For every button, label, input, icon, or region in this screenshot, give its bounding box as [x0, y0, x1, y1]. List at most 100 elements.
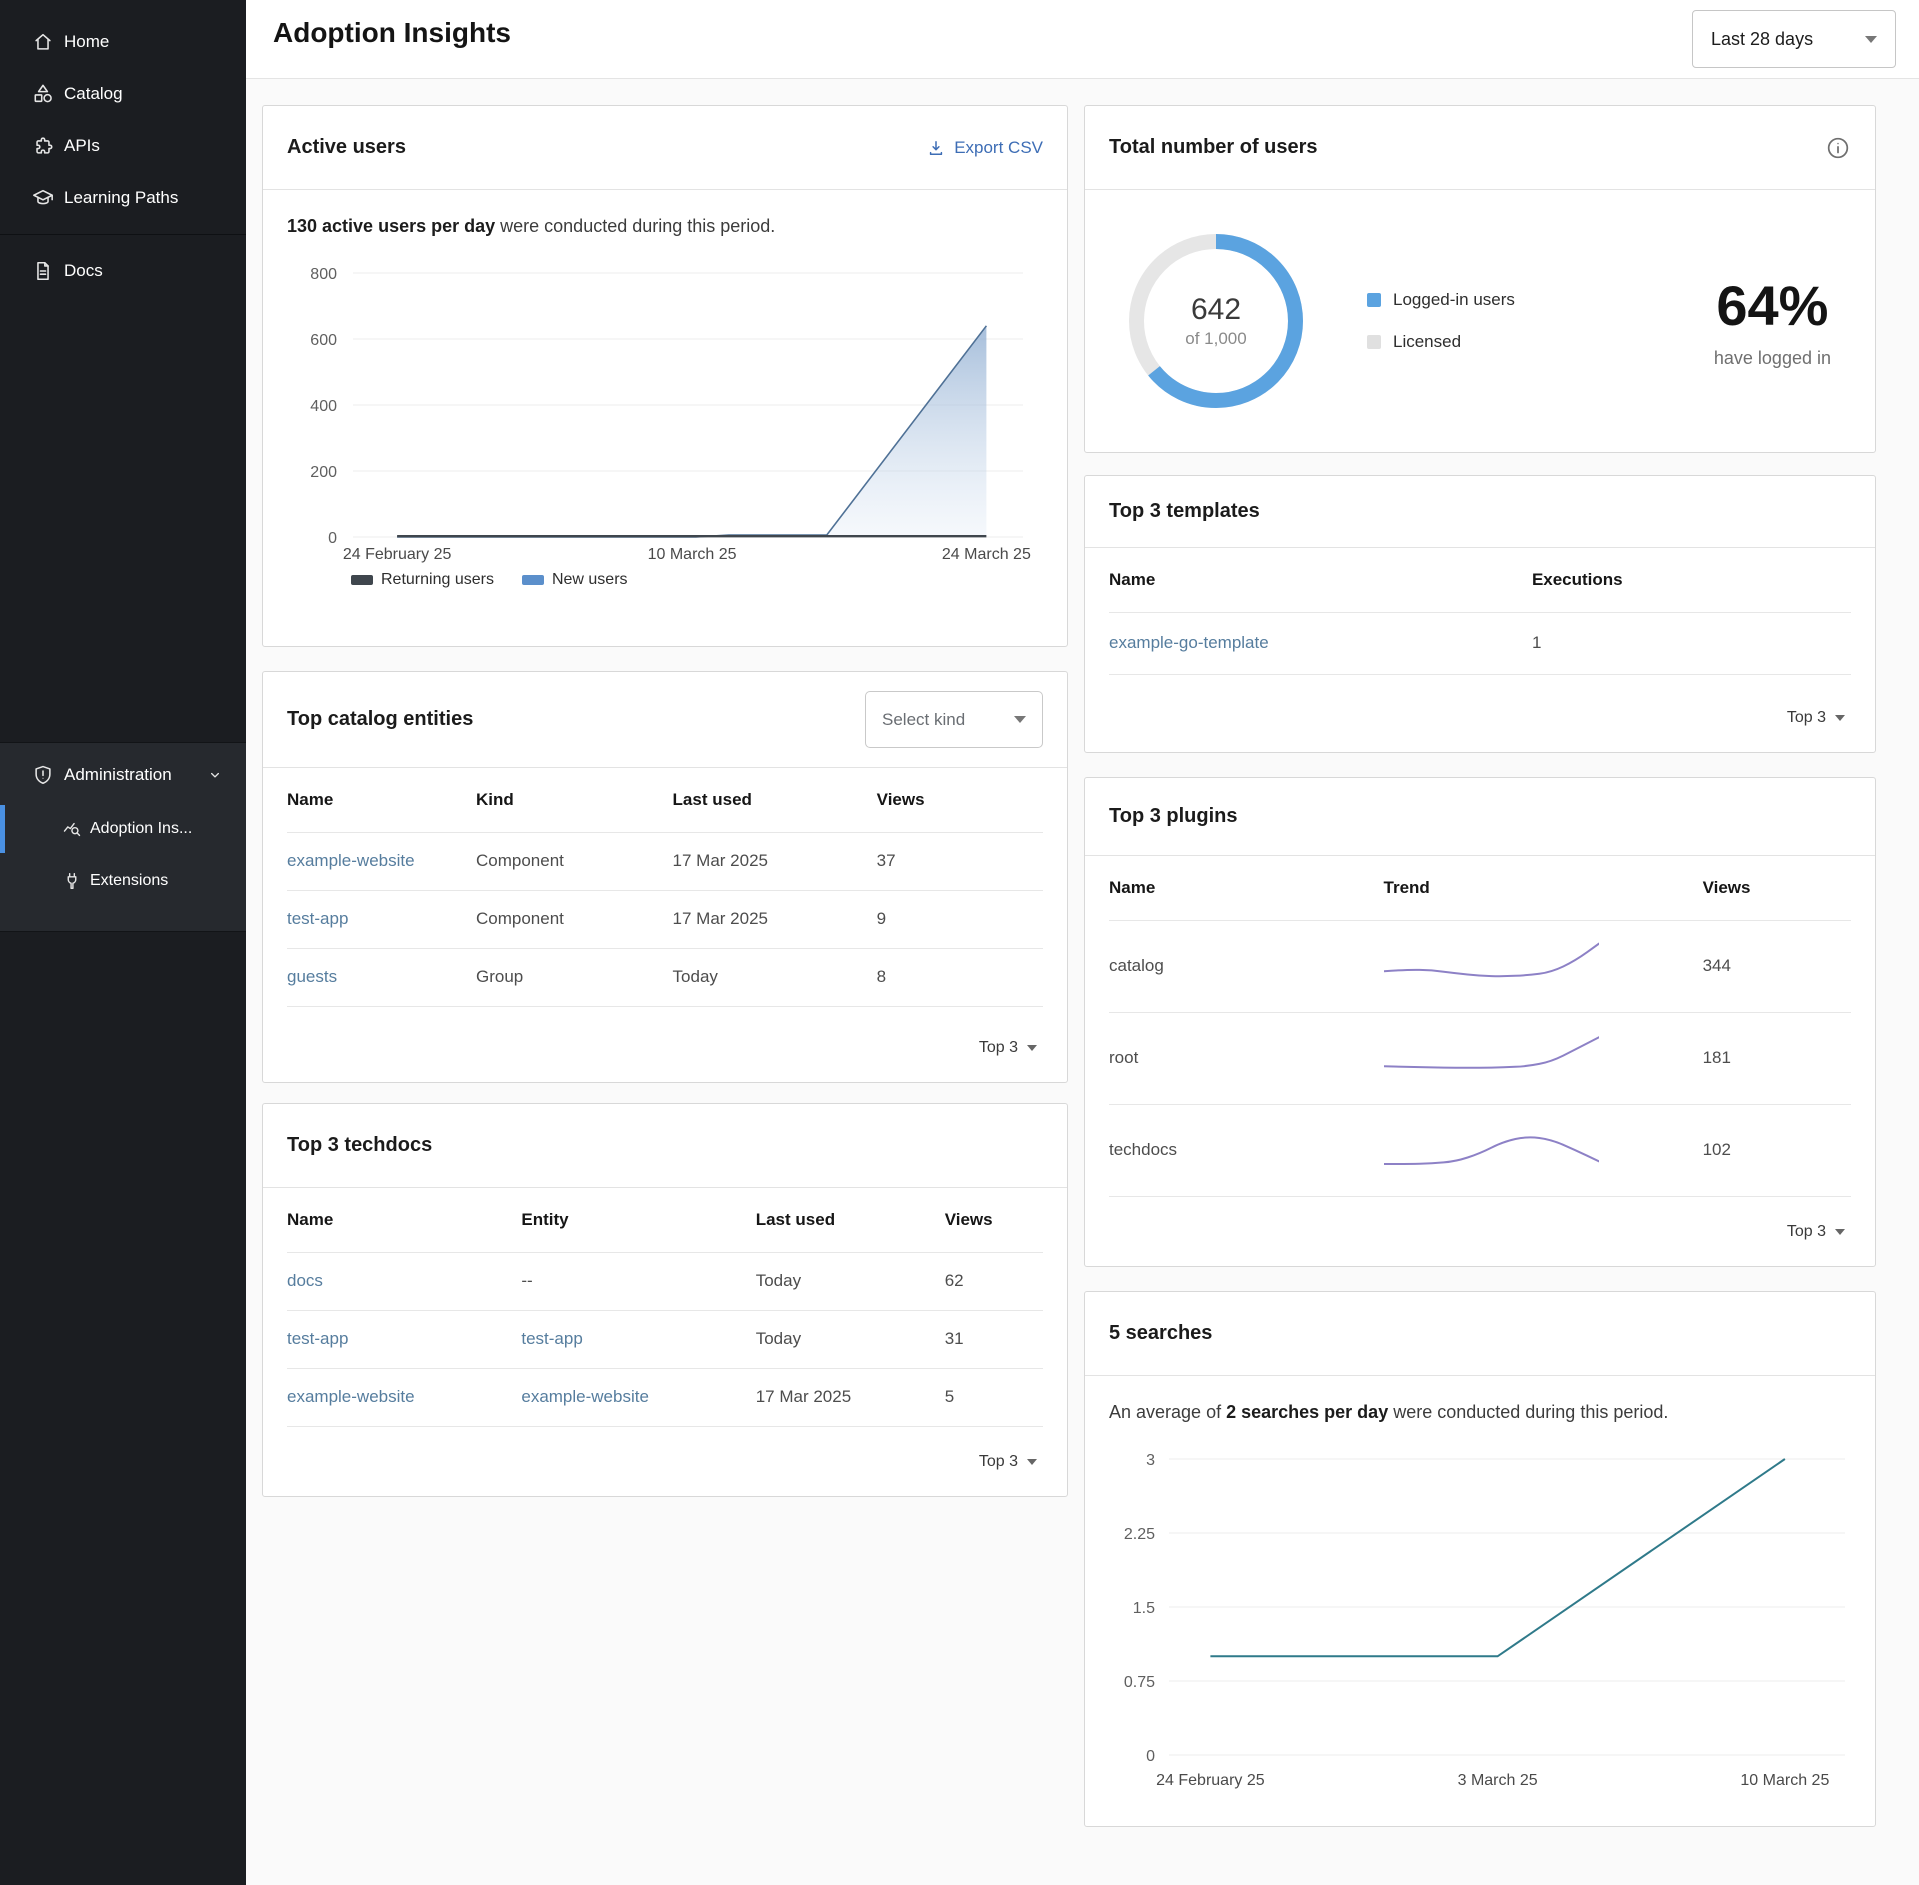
column-header: Kind: [476, 768, 673, 832]
legend-swatch: [522, 575, 544, 585]
table-cell: 37: [877, 832, 1043, 890]
card-title: Total number of users: [1109, 136, 1318, 159]
table-cell: Group: [476, 948, 673, 1006]
card-header: Total number of users: [1085, 106, 1875, 190]
donut-legend: Logged-in users Licensed: [1367, 290, 1515, 352]
table-row: example-go-template1: [1109, 612, 1851, 674]
summary-rest: were conducted during this period.: [1388, 1402, 1668, 1422]
table-cell: 5: [945, 1368, 1043, 1426]
docs-icon: [32, 260, 54, 282]
rows-count-label: Top 3: [979, 1453, 1018, 1471]
entity-link[interactable]: test-app: [287, 890, 476, 948]
column-header: Views: [877, 768, 1043, 832]
sidebar-item-apis[interactable]: APIs: [0, 120, 246, 172]
entity-link[interactable]: test-app: [287, 1310, 521, 1368]
svg-text:24 February 25: 24 February 25: [1156, 1772, 1265, 1789]
svg-text:3: 3: [1146, 1452, 1155, 1469]
kind-select[interactable]: Select kind: [865, 691, 1043, 748]
rows-count-select[interactable]: Top 3: [1085, 1198, 1875, 1266]
date-range-select[interactable]: Last 28 days: [1692, 10, 1896, 68]
plugin-views: 344: [1703, 920, 1851, 1012]
column-header: Trend: [1384, 856, 1703, 920]
card-title: Top 3 templates: [1109, 500, 1260, 523]
date-range-value: Last 28 days: [1711, 29, 1813, 50]
entity-link[interactable]: example-website: [521, 1368, 755, 1426]
chevron-down-icon: [1835, 715, 1845, 721]
table-row: techdocs102: [1109, 1104, 1851, 1196]
summary-prefix: An average of: [1109, 1402, 1226, 1422]
export-csv-button[interactable]: Export CSV: [926, 138, 1043, 158]
techdocs-table: NameEntityLast usedViewsdocs--Today62tes…: [287, 1188, 1043, 1427]
rows-count-label: Top 3: [979, 1039, 1018, 1057]
rows-count-select[interactable]: Top 3: [1085, 684, 1875, 752]
legend-label: Licensed: [1393, 332, 1461, 352]
plugin-name: techdocs: [1109, 1104, 1384, 1196]
card-header: Top 3 techdocs: [263, 1104, 1067, 1188]
plugins-table-mount: NameTrendViewscatalog344root181techdocs1…: [1085, 856, 1875, 1197]
legend-swatch: [1367, 293, 1381, 307]
table-cell: 17 Mar 2025: [756, 1368, 945, 1426]
logged-in-count: 642: [1191, 293, 1241, 327]
chart-legend: Returning users New users: [351, 571, 1067, 589]
sidebar-item-label: Learning Paths: [64, 188, 178, 208]
info-icon[interactable]: [1825, 135, 1851, 161]
templates-table-mount: NameExecutionsexample-go-template1: [1085, 548, 1875, 675]
table-header-row: NameEntityLast usedViews: [287, 1188, 1043, 1252]
sidebar-item-label: Home: [64, 32, 109, 52]
total-users-body: 642 of 1,000 Logged-in users Lic: [1085, 190, 1875, 452]
entity-link[interactable]: example-go-template: [1109, 612, 1532, 674]
chevron-down-icon: [1027, 1045, 1037, 1051]
percent-caption: have logged in: [1714, 348, 1831, 369]
table-cell: 17 Mar 2025: [673, 832, 877, 890]
column-header: Name: [287, 768, 476, 832]
svg-text:24 February 25: 24 February 25: [343, 546, 452, 563]
svg-text:600: 600: [310, 332, 337, 349]
card-header: Active users Export CSV: [263, 106, 1067, 190]
percent-value: 64%: [1714, 273, 1831, 338]
sidebar-item-home[interactable]: Home: [0, 16, 246, 68]
sidebar-nav: Home Catalog APIs Learning Paths: [0, 0, 246, 297]
entity-link[interactable]: docs: [287, 1252, 521, 1310]
column-header: Name: [1109, 548, 1532, 612]
sidebar-item-catalog[interactable]: Catalog: [0, 68, 246, 120]
entity-link[interactable]: test-app: [521, 1310, 755, 1368]
summary-bold: 2 searches per day: [1226, 1402, 1388, 1422]
table-cell: Today: [673, 948, 877, 1006]
table-row: example-websiteComponent17 Mar 202537: [287, 832, 1043, 890]
sidebar-item-label: Extensions: [90, 872, 168, 890]
card-title: Top 3 plugins: [1109, 805, 1238, 828]
sidebar-item-learning-paths[interactable]: Learning Paths: [0, 172, 246, 224]
percent-block: 64% have logged in: [1714, 273, 1831, 369]
table-cell: Today: [756, 1252, 945, 1310]
sidebar-item-adoption-insights[interactable]: Adoption Ins...: [0, 803, 246, 855]
legend-item-returning-users: Returning users: [351, 571, 494, 589]
sidebar-item-docs[interactable]: Docs: [0, 245, 246, 297]
legend-swatch: [351, 575, 373, 585]
sidebar-divider: [0, 234, 246, 235]
sidebar-item-extensions[interactable]: Extensions: [0, 855, 246, 907]
rows-count-select[interactable]: Top 3: [263, 1428, 1067, 1496]
sidebar: Home Catalog APIs Learning Paths: [0, 0, 246, 1885]
rows-count-select[interactable]: Top 3: [263, 1014, 1067, 1082]
active-users-card: Active users Export CSV 130 active users…: [262, 105, 1068, 647]
entity-link[interactable]: guests: [287, 948, 476, 1006]
svg-text:200: 200: [310, 464, 337, 481]
sidebar-admin-section: Administration Adoption Ins... Extension…: [0, 742, 246, 932]
searches-summary: An average of 2 searches per day were co…: [1085, 1376, 1875, 1427]
total-users-card: Total number of users 642 of 1,000: [1084, 105, 1876, 453]
learning-paths-icon: [32, 187, 54, 209]
rows-count-label: Top 3: [1787, 1223, 1826, 1241]
table-cell: 8: [877, 948, 1043, 1006]
svg-text:3 March 25: 3 March 25: [1458, 1772, 1538, 1789]
sidebar-item-label: Docs: [64, 261, 103, 281]
entity-link[interactable]: example-website: [287, 832, 476, 890]
kind-select-placeholder: Select kind: [882, 710, 965, 730]
table-row: test-apptest-appToday31: [287, 1310, 1043, 1368]
summary-bold: 130 active users per day: [287, 216, 495, 236]
card-header: Top 3 templates: [1085, 476, 1875, 548]
table-cell: 1: [1532, 612, 1851, 674]
donut-center: 642 of 1,000: [1121, 226, 1311, 416]
entity-link[interactable]: example-website: [287, 1368, 521, 1426]
sidebar-item-administration[interactable]: Administration: [0, 747, 246, 803]
svg-text:24 March 25: 24 March 25: [942, 546, 1031, 563]
